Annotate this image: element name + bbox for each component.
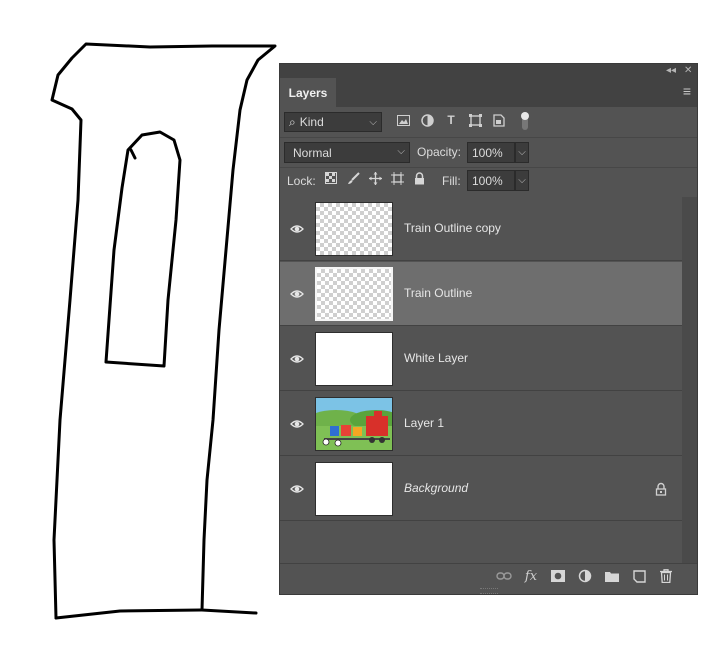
adjustment-filter-icon[interactable]: [420, 113, 434, 127]
layer-name: Background: [404, 481, 469, 495]
image-filter-icon[interactable]: [396, 113, 410, 127]
lock-artboard-icon[interactable]: [390, 171, 404, 185]
visibility-eye-icon[interactable]: [290, 287, 304, 301]
visibility-eye-icon[interactable]: [290, 352, 304, 366]
blend-row: Normal ⌵ Opacity: 100% ⌵: [280, 137, 697, 168]
layer-row[interactable]: Train Outline copy: [280, 197, 682, 261]
adjustment-layer-icon[interactable]: [577, 568, 593, 584]
layers-panel: ◂◂ ✕ Layers ≡ ⌕ Kind ⌵ T Normal ⌵ Opacit…: [279, 63, 698, 595]
panel-bottom-bar: fx: [280, 563, 697, 588]
layer-thumbnail: [315, 462, 393, 516]
new-group-icon[interactable]: [604, 568, 620, 584]
layer-thumbnail: [315, 202, 393, 256]
fx-icon[interactable]: fx: [523, 568, 539, 584]
chevron-down-icon: ⌵: [369, 117, 377, 128]
lock-row: Lock: Fill: 100% ⌵: [280, 167, 697, 197]
layer-thumbnail: [315, 332, 393, 386]
new-layer-icon[interactable]: [631, 568, 647, 584]
filter-toggle[interactable]: [521, 112, 529, 130]
lock-image-pixels-icon[interactable]: [346, 171, 360, 185]
panel-resize-grip[interactable]: [480, 588, 498, 594]
chevron-down-icon: ⌵: [397, 146, 405, 157]
shape-filter-icon[interactable]: [468, 113, 482, 127]
opacity-chevron-icon[interactable]: ⌵: [515, 142, 529, 163]
layer-name: Train Outline copy: [404, 221, 501, 235]
layer-list: Train Outline copy Train Outline White L…: [280, 197, 682, 563]
visibility-eye-icon[interactable]: [290, 482, 304, 496]
layer-thumbnail: [315, 267, 393, 321]
visibility-eye-icon[interactable]: [290, 417, 304, 431]
filter-row: ⌕ Kind ⌵ T: [280, 109, 697, 138]
panel-menu-icon[interactable]: ≡: [683, 84, 691, 98]
layer-list-scrollbar[interactable]: [682, 197, 697, 563]
delete-layer-icon[interactable]: [658, 568, 674, 584]
lock-label: Lock:: [287, 174, 316, 188]
layer-row-background[interactable]: Background: [280, 457, 682, 521]
filter-kind-select[interactable]: ⌕ Kind ⌵: [284, 112, 382, 132]
layer-mask-icon[interactable]: [550, 568, 566, 584]
blend-mode-value: Normal: [293, 145, 332, 160]
opacity-label: Opacity:: [417, 145, 462, 159]
layer-row[interactable]: Layer 1: [280, 392, 682, 456]
opacity-input[interactable]: 100%: [467, 142, 515, 163]
lock-all-icon[interactable]: [412, 171, 426, 185]
layer-row[interactable]: White Layer: [280, 327, 682, 391]
tab-layers[interactable]: Layers: [280, 78, 336, 107]
fill-input[interactable]: 100%: [467, 170, 515, 191]
lock-position-icon[interactable]: [368, 171, 382, 185]
panel-titlebar: ◂◂ ✕: [280, 64, 697, 78]
lock-transparent-pixels-icon[interactable]: [324, 171, 338, 185]
outer-outline-bottom: [54, 608, 203, 620]
canvas-sketch: [50, 42, 277, 620]
close-panel-icon[interactable]: ✕: [684, 65, 692, 77]
outer-outline: [50, 42, 277, 620]
layer-thumbnail-train-illustration: [315, 397, 393, 451]
visibility-eye-icon[interactable]: [290, 222, 304, 236]
search-icon: ⌕: [289, 114, 296, 129]
layer-name: White Layer: [404, 351, 469, 365]
collapse-panel-icon[interactable]: ◂◂: [666, 65, 676, 77]
layer-name: Layer 1: [404, 416, 445, 430]
fill-chevron-icon[interactable]: ⌵: [515, 170, 529, 191]
type-filter-icon[interactable]: T: [444, 113, 458, 127]
panel-tab-row: Layers ≡: [280, 78, 697, 107]
inner-window-outline: [104, 130, 182, 368]
layer-row-selected[interactable]: Train Outline: [280, 262, 682, 326]
blend-mode-select[interactable]: Normal ⌵: [284, 142, 410, 163]
layer-name: Train Outline: [404, 286, 473, 300]
filter-kind-label: Kind: [299, 115, 324, 129]
link-layers-icon[interactable]: [496, 568, 512, 584]
fill-label: Fill:: [442, 174, 461, 188]
smart-object-filter-icon[interactable]: [492, 113, 506, 127]
layer-lock-icon[interactable]: [655, 482, 667, 496]
